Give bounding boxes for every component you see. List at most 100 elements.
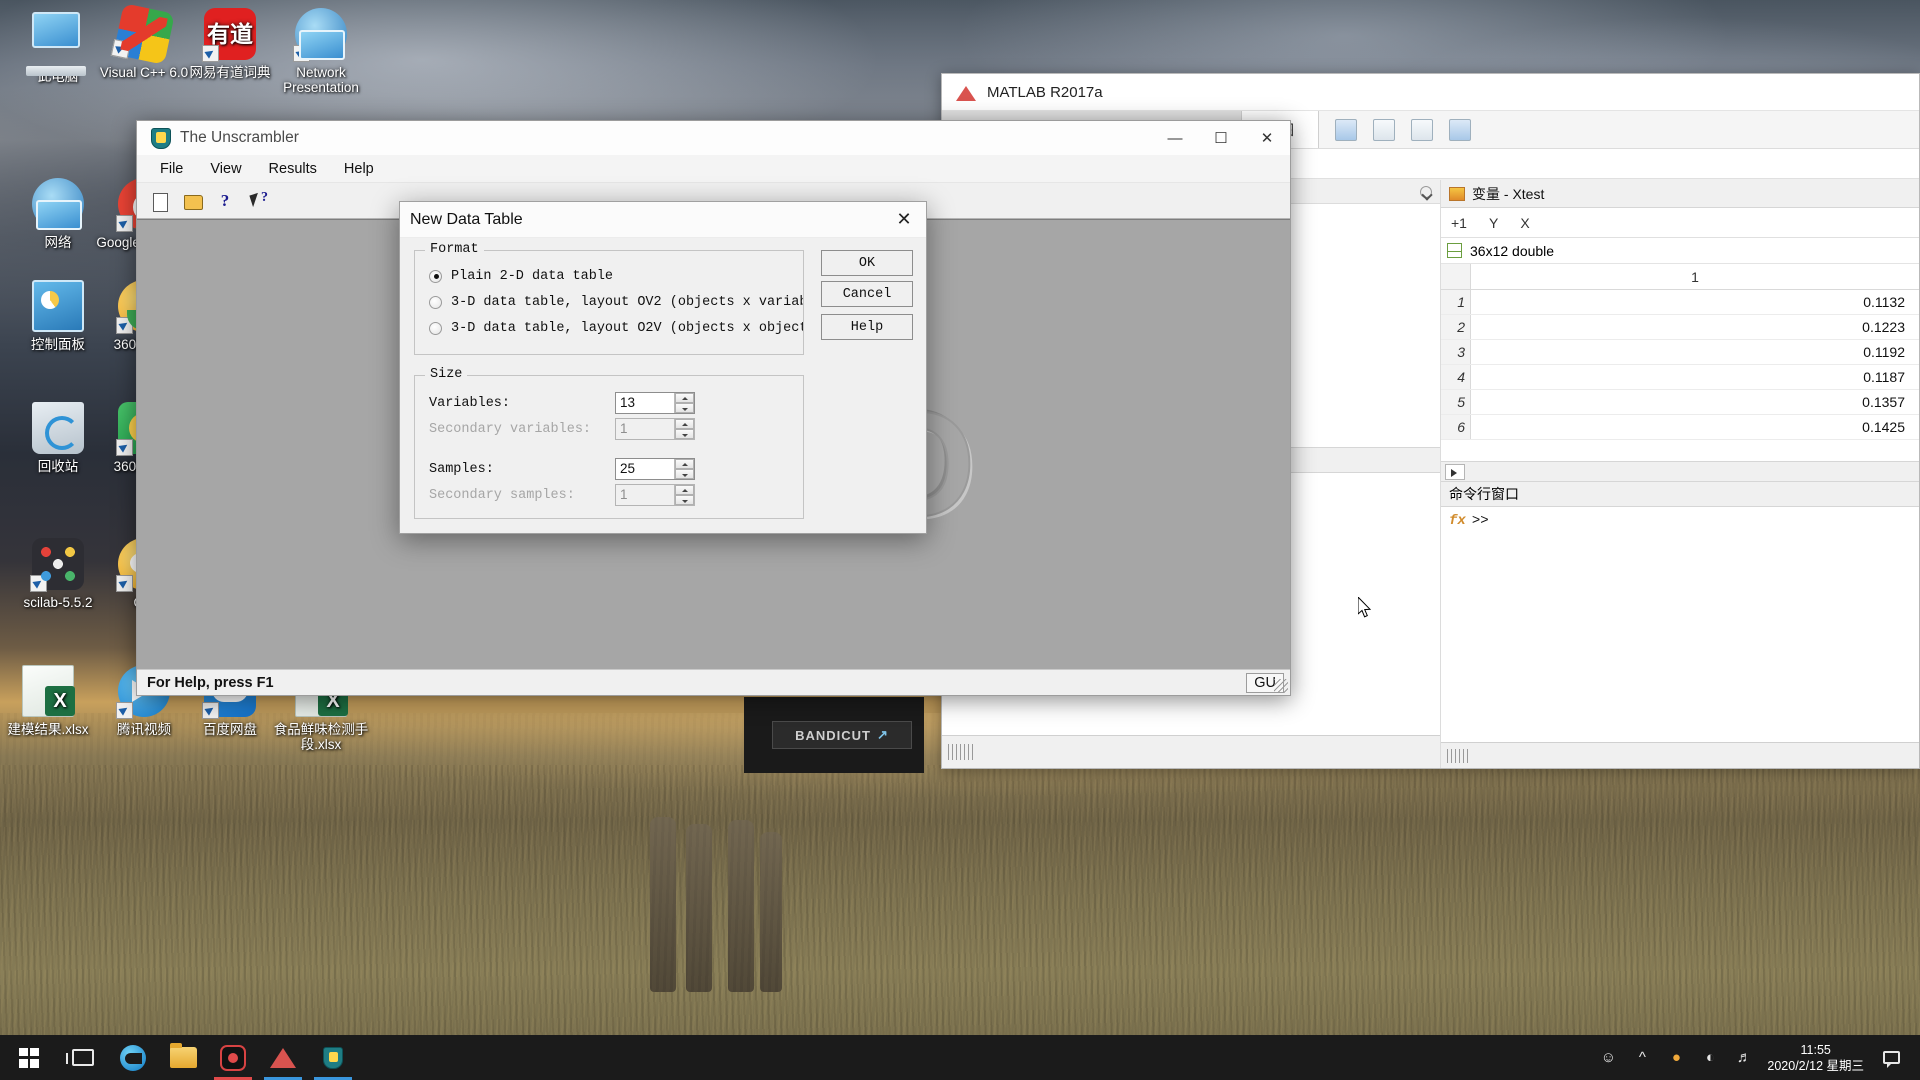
radio-button-icon[interactable]	[429, 269, 442, 283]
desktop-icon-network-presentation[interactable]: Network Presentation	[273, 8, 369, 95]
table-row[interactable]: 5 0.1357	[1441, 390, 1919, 415]
samples-stepper[interactable]: 25	[615, 458, 695, 480]
command-window-body[interactable]: fx >>	[1441, 507, 1919, 742]
menu-item-help[interactable]: Help	[333, 158, 385, 180]
show-desktop-button[interactable]	[1906, 1035, 1916, 1080]
menu-item-file[interactable]: File	[149, 158, 194, 180]
variable-table[interactable]: 36x12 double 1 1 0.1132 2 0.1223 3 0.119…	[1441, 238, 1919, 461]
table-row[interactable]: 6 0.1425	[1441, 415, 1919, 440]
ribbon-tool-2-icon[interactable]	[1373, 118, 1395, 141]
size-row-variables[interactable]: Variables: 13	[429, 390, 803, 416]
help-button[interactable]: Help	[821, 314, 913, 340]
variable-panel-toolbar[interactable]: +1 Y X	[1441, 208, 1919, 238]
variable-toolbar-plus1[interactable]: +1	[1451, 215, 1467, 231]
desktop-icon-youdao[interactable]: 有道 网易有道词典	[182, 8, 278, 80]
cell-value[interactable]: 0.1192	[1471, 340, 1919, 364]
taskbar-recorder[interactable]	[208, 1035, 258, 1080]
cell-value[interactable]: 0.1223	[1471, 315, 1919, 339]
bandicut-watermark[interactable]: BANDICUT ↗	[772, 721, 912, 749]
variable-table-hscrollbar[interactable]	[1441, 461, 1919, 481]
notification-button[interactable]	[1876, 1035, 1906, 1080]
table-row[interactable]: 3 0.1192	[1441, 340, 1919, 365]
cancel-button[interactable]: Cancel	[821, 281, 913, 307]
desktop-icon-control-panel[interactable]: 控制面板	[10, 280, 106, 352]
taskbar-unscrambler[interactable]	[308, 1035, 358, 1080]
desktop-icon-recycle-bin[interactable]: 回收站	[10, 402, 106, 474]
table-row[interactable]: 2 0.1223	[1441, 315, 1919, 340]
cell-value[interactable]: 0.1132	[1471, 290, 1919, 314]
new-data-table-dialog[interactable]: New Data Table ✕ Format Plain 2-D data t…	[399, 201, 927, 534]
taskbar-file-explorer[interactable]	[158, 1035, 208, 1080]
variable-toolbar-x[interactable]: X	[1520, 215, 1529, 231]
taskbar[interactable]: ☺ ^ ● ◐ ♬ 11:55 2020/2/12 星期三	[0, 1035, 1920, 1080]
desktop-icon-this-pc[interactable]: 此电脑	[10, 8, 106, 84]
taskbar-edge[interactable]	[108, 1035, 158, 1080]
cell-value[interactable]: 0.1187	[1471, 365, 1919, 389]
unscrambler-titlebar[interactable]: The Unscrambler — ☐ ✕	[137, 121, 1290, 155]
tray-chevron-up-icon[interactable]: ^	[1625, 1035, 1659, 1080]
desktop-icon-scilab[interactable]: scilab-5.5.2	[10, 538, 106, 610]
samples-spinner-buttons[interactable]	[674, 459, 694, 479]
dialog-titlebar[interactable]: New Data Table ✕	[400, 202, 926, 238]
tray-person-icon[interactable]: ☺	[1591, 1035, 1625, 1080]
fx-icon[interactable]: fx	[1449, 513, 1466, 529]
desktop-icon-network[interactable]: 网络	[10, 178, 106, 250]
variables-input[interactable]: 13	[616, 393, 674, 413]
variable-toolbar-y[interactable]: Y	[1489, 215, 1498, 231]
matlab-variable-panel[interactable]: 变量 - Xtest +1 Y X 36x12 double 1 1 0.113…	[1441, 180, 1919, 768]
radio-button-icon[interactable]	[429, 321, 442, 335]
resize-grip-icon[interactable]	[1447, 748, 1471, 763]
desktop-icon-visual-cpp[interactable]: Visual C++ 6.0	[96, 3, 192, 80]
variables-spinner-buttons[interactable]	[674, 393, 694, 413]
system-tray[interactable]: ☺ ^ ● ◐ ♬ 11:55 2020/2/12 星期三	[1591, 1035, 1920, 1080]
taskbar-matlab[interactable]	[258, 1035, 308, 1080]
cell-value[interactable]: 0.1357	[1471, 390, 1919, 414]
start-button[interactable]	[0, 1035, 58, 1080]
spin-down-icon[interactable]	[675, 403, 694, 413]
resize-grip-icon[interactable]	[948, 744, 974, 760]
radio-plain-2d[interactable]: Plain 2-D data table	[429, 263, 803, 289]
spin-up-icon[interactable]	[675, 459, 694, 469]
ribbon-tool-3-icon[interactable]	[1411, 118, 1433, 141]
new-document-button[interactable]	[145, 187, 173, 214]
tray-360-icon[interactable]: ●	[1659, 1035, 1693, 1080]
close-button[interactable]: ✕	[1244, 121, 1290, 155]
unscrambler-icon	[323, 1046, 343, 1069]
tray-network-icon[interactable]: ◐	[1693, 1035, 1727, 1080]
radio-3d-o2v[interactable]: 3-D data table, layout O2V (objects x ob…	[429, 315, 803, 341]
cell-value[interactable]: 0.1425	[1471, 415, 1919, 439]
radio-3d-ov2[interactable]: 3-D data table, layout OV2 (objects x va…	[429, 289, 803, 315]
spin-down-icon[interactable]	[675, 469, 694, 479]
table-row[interactable]: 4 0.1187	[1441, 365, 1919, 390]
ok-button[interactable]: OK	[821, 250, 913, 276]
desktop-icon-modeling-result-xlsx[interactable]: 建模结果.xlsx	[0, 665, 96, 737]
menu-item-results[interactable]: Results	[258, 158, 328, 180]
menu-bar[interactable]: File View Results Help	[137, 155, 1290, 183]
resize-grip-icon[interactable]	[1274, 679, 1288, 693]
matlab-ribbon-tools[interactable]	[1319, 111, 1919, 148]
menu-item-view[interactable]: View	[199, 158, 252, 180]
external-link-icon: ↗	[876, 727, 889, 742]
ribbon-tool-4-icon[interactable]	[1449, 118, 1471, 141]
scroll-left-icon[interactable]	[1445, 463, 1465, 480]
row-index: 4	[1441, 365, 1471, 389]
clock[interactable]: 11:55 2020/2/12 星期三	[1761, 1042, 1876, 1074]
size-row-samples[interactable]: Samples: 25	[429, 456, 803, 482]
maximize-button[interactable]: ☐	[1198, 121, 1244, 155]
minimize-button[interactable]: —	[1152, 121, 1198, 155]
help-button[interactable]	[211, 187, 239, 214]
spin-up-icon[interactable]	[675, 393, 694, 403]
samples-input[interactable]: 25	[616, 459, 674, 479]
variables-stepper[interactable]: 13	[615, 392, 695, 414]
radio-button-icon[interactable]	[429, 295, 442, 309]
dialog-close-button[interactable]: ✕	[882, 202, 926, 238]
table-row[interactable]: 1 0.1132	[1441, 290, 1919, 315]
task-view-button[interactable]	[58, 1035, 108, 1080]
window-controls[interactable]: — ☐ ✕	[1152, 121, 1290, 155]
tray-volume-icon[interactable]: ♬	[1727, 1035, 1761, 1080]
column-header[interactable]: 1	[1471, 264, 1919, 289]
ribbon-tool-1-icon[interactable]	[1335, 118, 1357, 141]
panel-options-icon[interactable]	[1420, 185, 1432, 198]
open-folder-button[interactable]	[178, 187, 206, 214]
context-help-button[interactable]	[244, 187, 272, 214]
